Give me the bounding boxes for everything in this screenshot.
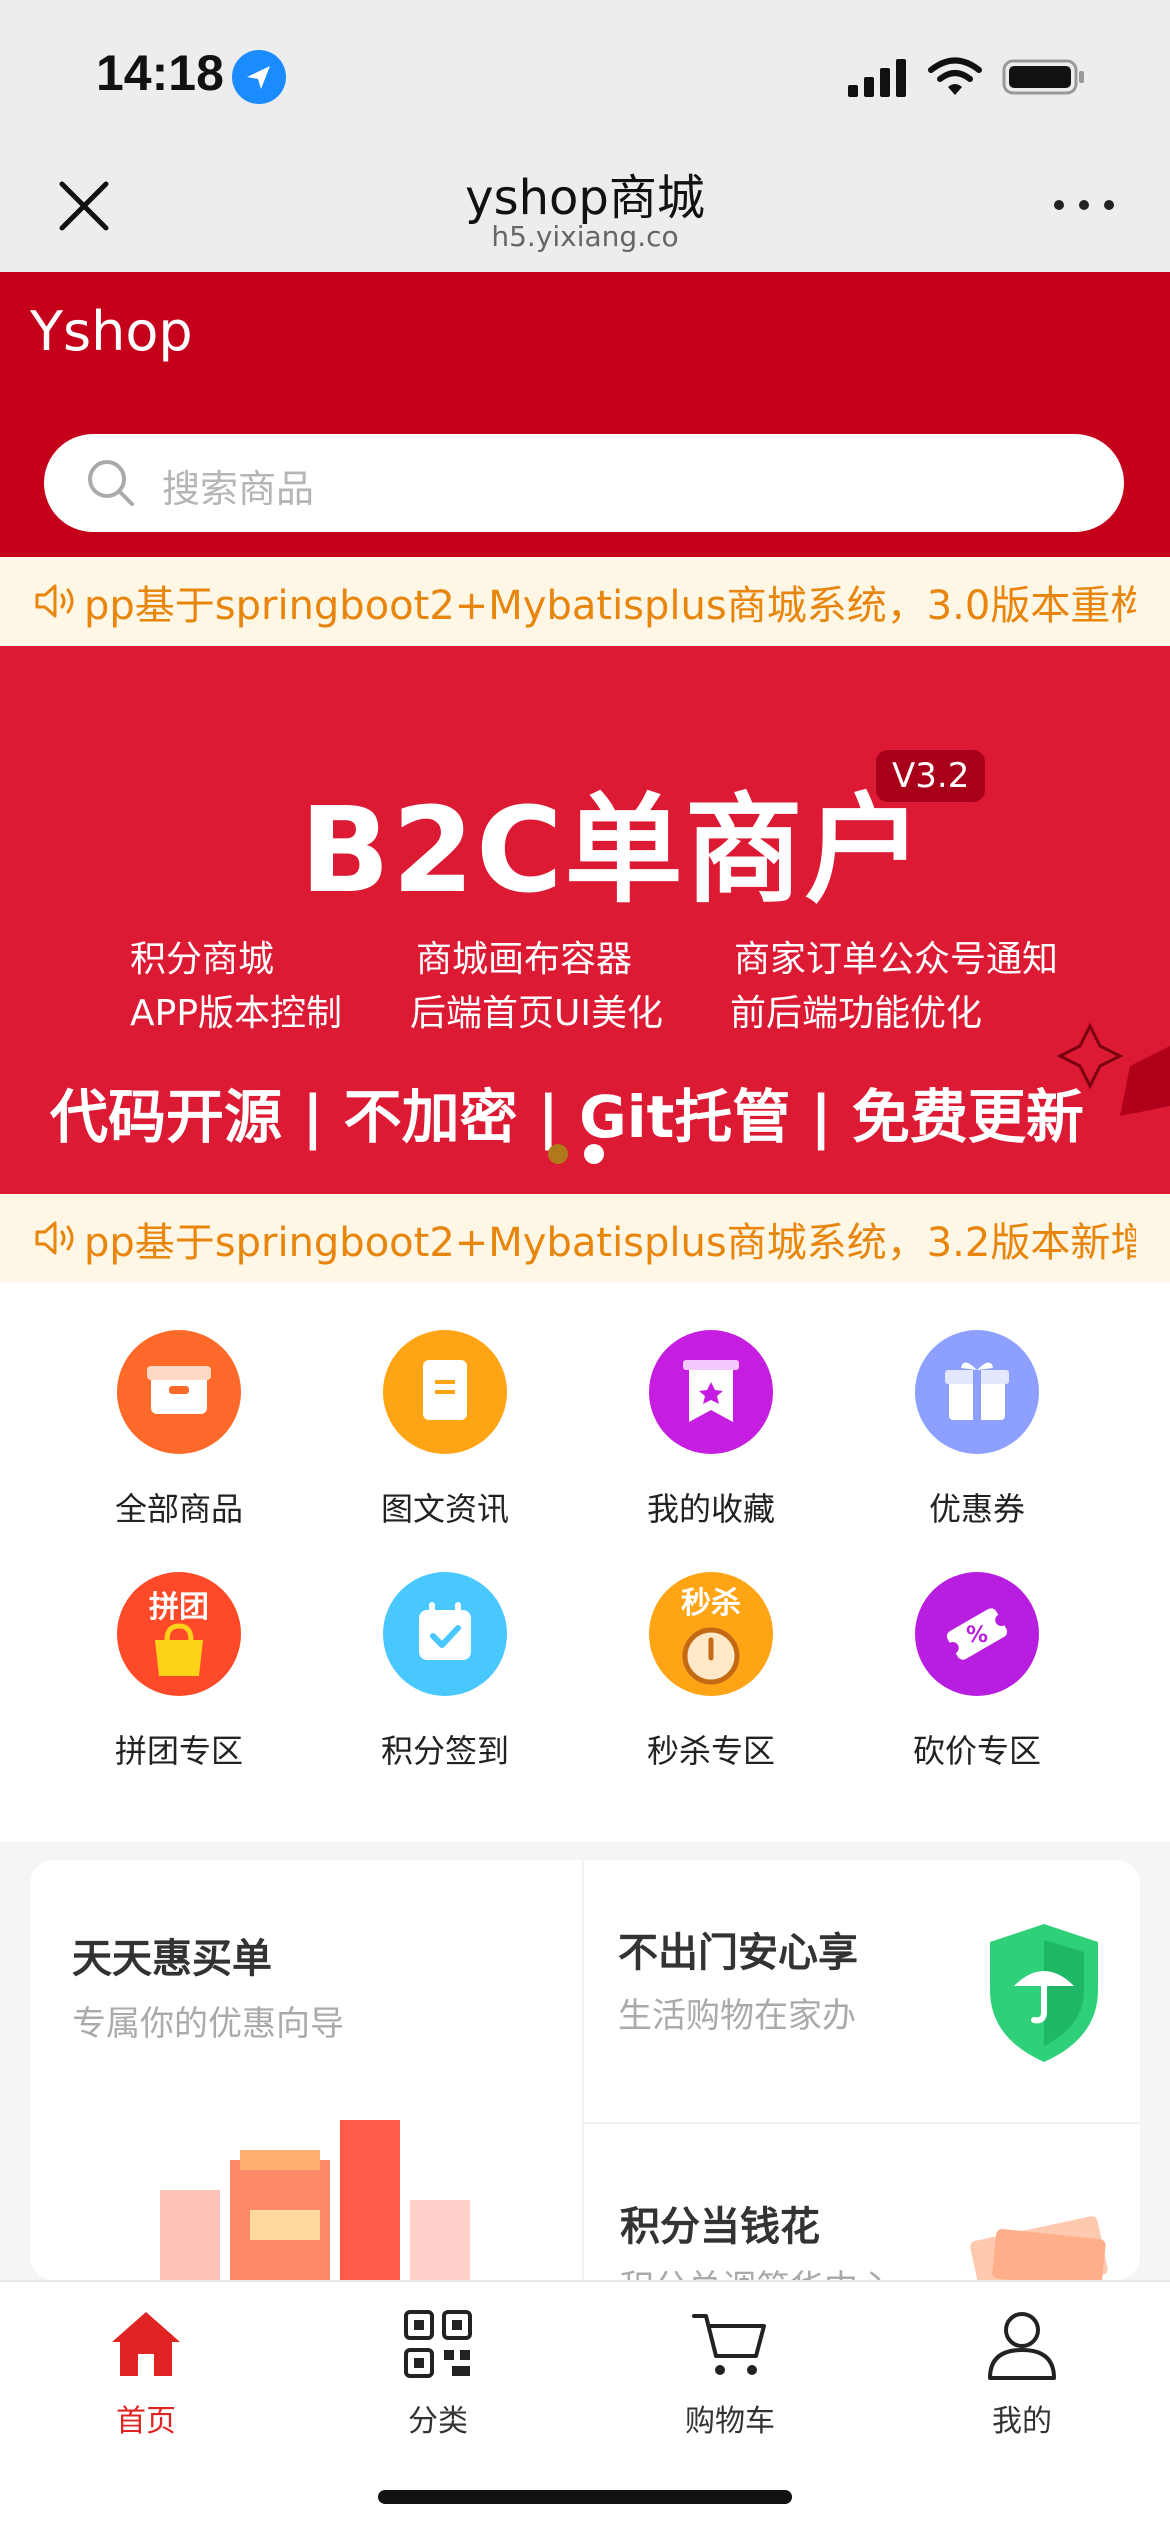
home-indicator[interactable] [378, 2490, 792, 2504]
bookmark-icon [649, 1330, 773, 1454]
notice-text: pp基于springboot2+Mybatisplus商城系统，3.2版本新增 [84, 1220, 1136, 1266]
tab-cart[interactable]: 购物车 [584, 2304, 876, 2440]
menu-item-checkin[interactable]: 积分签到 [300, 1572, 590, 1772]
banner-title: B2C单商户 [300, 781, 925, 919]
menu-item-label: 图文资讯 [380, 1490, 509, 1528]
svg-text:%: % [966, 1623, 988, 1648]
promo-card-title: 天天惠买单 [72, 1936, 272, 1982]
promo-card-title: 不出门安心享 [618, 1930, 858, 1976]
search-icon [88, 460, 134, 506]
banner-feature: APP版本控制 [130, 993, 343, 1034]
alarm-clock-icon: 秒杀 [649, 1572, 773, 1696]
banner-carousel[interactable]: B2C单商户 V3.2 积分商城 APP版本控制 商城画布容器 后端首页UI美化… [0, 646, 1170, 1194]
more-dot-icon [1104, 200, 1114, 210]
tab-label: 分类 [408, 2404, 468, 2439]
menu-item-label: 我的收藏 [646, 1490, 775, 1528]
tab-label: 首页 [116, 2404, 176, 2439]
promo-card-subtitle: 积分兑调简华中心 [620, 2260, 892, 2280]
tab-profile[interactable]: 我的 [876, 2304, 1168, 2440]
qr-grid-icon [404, 2310, 472, 2378]
location-arrow-icon [232, 50, 286, 104]
tab-category[interactable]: 分类 [292, 2304, 584, 2440]
search-placeholder: 搜索商品 [162, 467, 315, 511]
menu-item-label: 全部商品 [114, 1490, 243, 1528]
tab-label: 我的 [992, 2404, 1052, 2439]
signal-icon [848, 59, 906, 97]
notice-bar[interactable]: pp基于springboot2+Mybatisplus商城系统，3.2版本新增 [0, 1194, 1170, 1282]
menu-item-label: 积分签到 [380, 1732, 509, 1770]
more-dot-icon [1079, 200, 1089, 210]
banner-feature: 积分商城 [130, 939, 275, 980]
carousel-dot[interactable] [548, 1144, 568, 1164]
banner-slogan: 代码开源 | 不加密 | Git托管 | 免费更新 [50, 1083, 1084, 1151]
menu-grid: 全部商品 图文资讯 我的收藏 优惠券 拼团 拼团专区 积分签到 秒杀 秒杀专区 … [0, 1282, 1170, 1842]
tab-label: 购物车 [685, 2404, 775, 2439]
promo-card-subtitle: 生活购物在家办 [618, 1996, 856, 2036]
home-icon [112, 2312, 180, 2376]
brand-logo-text: Yshop [30, 300, 193, 363]
gift-icon [915, 1330, 1039, 1454]
menu-item-label: 砍价专区 [912, 1732, 1041, 1770]
search-input[interactable]: 搜索商品 [44, 434, 1124, 532]
money-illustration [970, 2216, 1108, 2280]
banner-feature: 后端首页UI美化 [410, 993, 663, 1034]
notice-bar[interactable]: pp基于springboot2+Mybatisplus商城系统，3.0版本重构 [0, 557, 1170, 645]
notice-text: pp基于springboot2+Mybatisplus商城系统，3.0版本重构 [84, 583, 1136, 629]
speaker-icon [35, 584, 74, 618]
carousel-dot-active[interactable] [584, 1144, 604, 1164]
banner-feature: 前后端功能优化 [730, 993, 983, 1034]
menu-item-flash-sale[interactable]: 秒杀 秒杀专区 [566, 1572, 856, 1772]
tab-home[interactable]: 首页 [0, 2304, 292, 2440]
shop-icon [117, 1330, 241, 1454]
menu-item-label: 优惠券 [928, 1490, 1025, 1528]
version-badge: V3.2 [876, 750, 986, 802]
banner-feature: 商家订单公众号通知 [734, 939, 1059, 980]
more-button[interactable] [1054, 190, 1114, 220]
page: 14:18 yshop商城 h5.yixiang.co Yshop 搜索商品 p… [0, 0, 1170, 2532]
menu-item-bargain[interactable]: % 砍价专区 [832, 1572, 1122, 1772]
menu-item-news[interactable]: 图文资讯 [300, 1330, 590, 1530]
menu-item-group-buy[interactable]: 拼团 拼团专区 [34, 1572, 324, 1772]
menu-item-favorites[interactable]: 我的收藏 [566, 1330, 856, 1530]
menu-badge-text: 秒杀 [681, 1586, 741, 1621]
nav-bar: yshop商城 h5.yixiang.co [0, 140, 1170, 272]
shop-illustration [160, 2120, 470, 2280]
group-buy-icon: 拼团 [117, 1572, 241, 1696]
banner-feature: 商城画布容器 [416, 939, 633, 980]
page-title: yshop商城 [465, 170, 705, 226]
battery-icon [1002, 59, 1084, 95]
promo-card-title: 积分当钱花 [620, 2204, 820, 2250]
promo-card-subtitle: 专属你的优惠向导 [72, 2004, 344, 2044]
document-icon [383, 1330, 507, 1454]
more-dot-icon [1054, 200, 1064, 210]
page-url: h5.yixiang.co [491, 220, 679, 253]
menu-item-label: 拼团专区 [114, 1732, 243, 1770]
menu-item-label: 秒杀专区 [646, 1732, 775, 1770]
status-indicators [848, 52, 1086, 102]
calendar-check-icon [383, 1572, 507, 1696]
shield-umbrella-icon [990, 1924, 1098, 2062]
status-time: 14:18 [96, 45, 224, 101]
speaker-icon [35, 1221, 74, 1255]
menu-item-all-products[interactable]: 全部商品 [34, 1330, 324, 1530]
menu-badge-text: 拼团 [149, 1590, 209, 1625]
wifi-icon [928, 57, 982, 95]
promo-cards: 天天惠买单 专属你的优惠向导 不出门安心享 生活购物在家办 积分当钱花 [30, 1860, 1140, 2280]
cart-icon [692, 2314, 766, 2375]
user-icon [988, 2312, 1056, 2380]
app-header: Yshop 搜索商品 [0, 272, 1170, 557]
promo-card-left[interactable]: 天天惠买单 专属你的优惠向导 [30, 1860, 582, 2280]
status-bar: 14:18 [0, 0, 1170, 140]
coupon-ticket-icon: % [915, 1572, 1039, 1696]
menu-item-coupons[interactable]: 优惠券 [832, 1330, 1122, 1530]
